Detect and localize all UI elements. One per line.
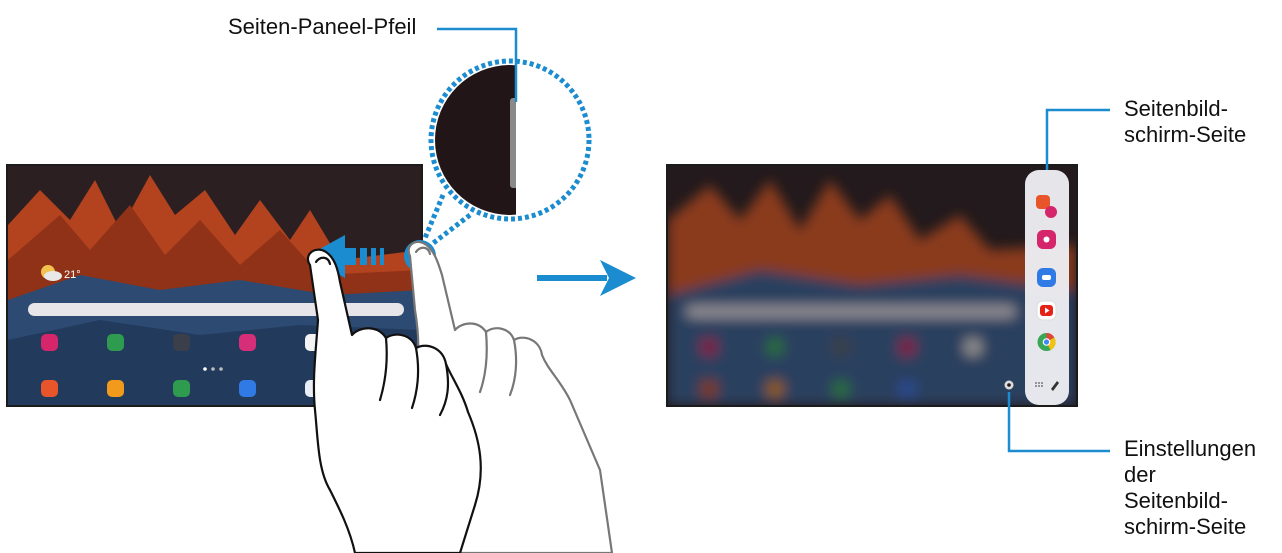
- notes-icon[interactable]: [41, 380, 58, 397]
- edge-settings-line-3: Seitenbild-: [1124, 488, 1228, 513]
- chrome-icon[interactable]: [1037, 333, 1056, 351]
- edge-settings-label: Einstellungen der Seitenbild- schirm-Sei…: [1124, 436, 1256, 540]
- edge-settings-line-4: schirm-Seite: [1124, 514, 1247, 539]
- weather-temperature: 21°: [64, 269, 81, 281]
- transition-arrow-icon: [537, 260, 636, 296]
- phone-icon[interactable]: [173, 380, 190, 397]
- side-panel-arrow-label: Seiten-Paneel-Pfeil: [228, 14, 417, 39]
- right-tablet-screen: [666, 164, 1078, 407]
- edge-panel: [1025, 170, 1069, 405]
- edge-panel-diagram: 21°: [6, 27, 1110, 553]
- callout-line-edge-panel: [1045, 108, 1110, 170]
- store-icon[interactable]: [239, 334, 256, 351]
- edge-screen-page-label: Seitenbild- schirm-Seite: [1124, 96, 1246, 148]
- folder-icon[interactable]: [107, 380, 124, 397]
- edge-handle-zoom: [422, 58, 592, 246]
- edge-screen-page-line-1: Seitenbild-: [1124, 96, 1228, 121]
- edge-settings-line-1: Einstellungen: [1124, 436, 1257, 461]
- messages-icon[interactable]: [239, 380, 256, 397]
- memo-icon[interactable]: [107, 334, 124, 351]
- gallery-icon[interactable]: [41, 334, 58, 351]
- edge-screen-page-line-2: schirm-Seite: [1124, 122, 1247, 147]
- edge-settings-line-2: der: [1124, 462, 1156, 487]
- tools-icon[interactable]: [173, 334, 190, 351]
- settings-gear-icon[interactable]: [1004, 380, 1014, 390]
